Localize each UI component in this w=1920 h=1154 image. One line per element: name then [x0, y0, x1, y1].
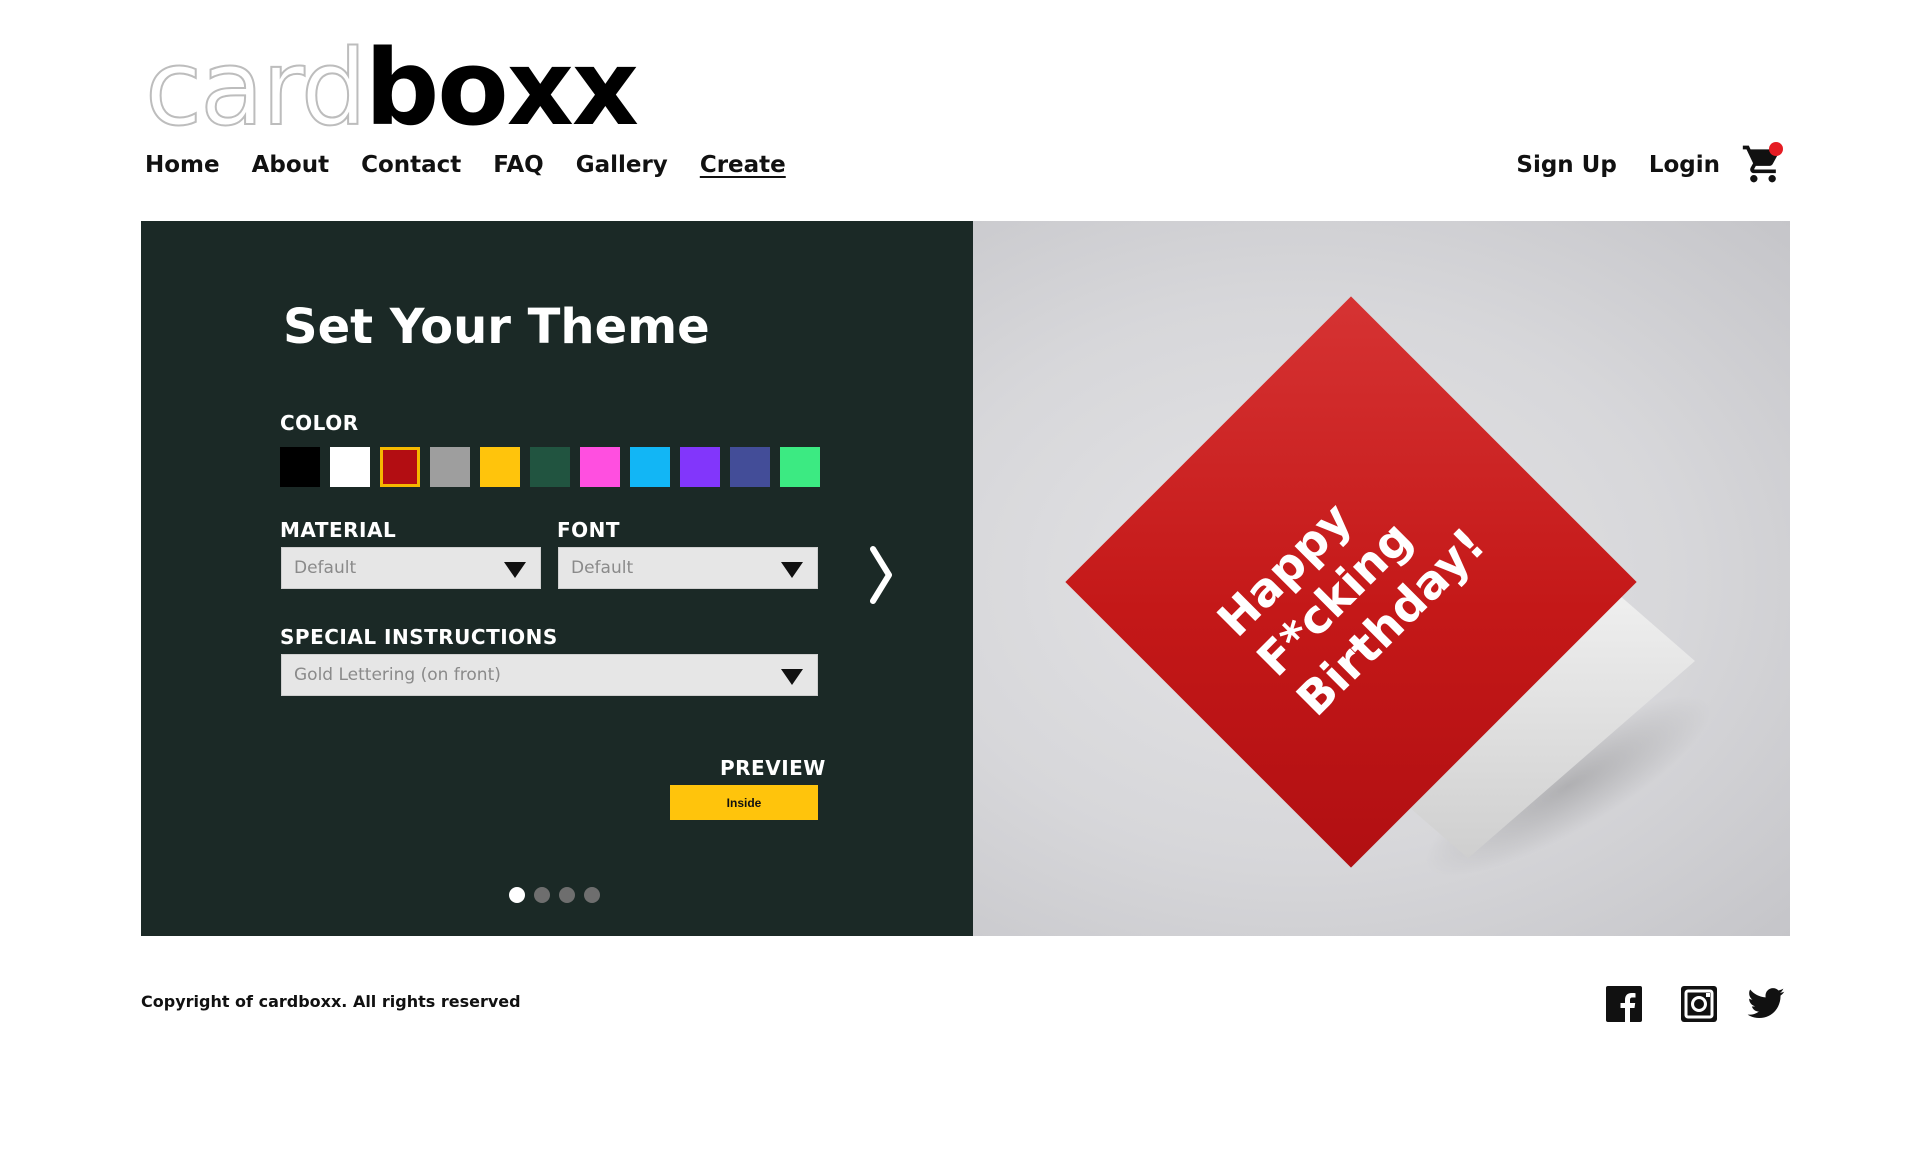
- facebook-svg: [1606, 986, 1642, 1022]
- color-swatch-black[interactable]: [280, 447, 320, 487]
- nav-home[interactable]: Home: [145, 152, 220, 178]
- step-indicator: [509, 887, 600, 903]
- color-swatch-pink[interactable]: [580, 447, 620, 487]
- chevron-right-svg: [870, 546, 892, 604]
- twitter-svg: [1747, 988, 1785, 1018]
- color-swatch-white[interactable]: [330, 447, 370, 487]
- font-value: Default: [571, 558, 634, 578]
- color-label: COLOR: [280, 411, 359, 435]
- chevron-down-icon: [781, 669, 803, 685]
- step-dot-1[interactable]: [509, 887, 525, 903]
- copyright-text: Copyright of cardboxx. All rights reserv…: [141, 992, 521, 1011]
- material-select[interactable]: Default: [281, 547, 541, 589]
- color-swatches: [280, 447, 820, 487]
- preview-inside-button[interactable]: Inside: [670, 785, 818, 820]
- nav-gallery[interactable]: Gallery: [576, 152, 668, 178]
- color-swatch-indigo[interactable]: [730, 447, 770, 487]
- account-nav: Sign Up Login: [1516, 152, 1720, 178]
- login-link[interactable]: Login: [1649, 152, 1720, 178]
- logo[interactable]: card boxx: [144, 27, 639, 149]
- step-dot-2[interactable]: [534, 887, 550, 903]
- font-select[interactable]: Default: [558, 547, 818, 589]
- cart-badge: [1769, 142, 1783, 156]
- step-dot-4[interactable]: [584, 887, 600, 903]
- instagram-icon[interactable]: [1679, 984, 1719, 1024]
- color-swatch-yellow[interactable]: [480, 447, 520, 487]
- color-swatch-gray[interactable]: [430, 447, 470, 487]
- color-swatch-purple[interactable]: [680, 447, 720, 487]
- create-hero: Set Your Theme COLOR MATERIAL Default FO…: [141, 221, 1790, 936]
- material-value: Default: [294, 558, 357, 578]
- material-label: MATERIAL: [280, 518, 397, 542]
- main-nav: Home About Contact FAQ Gallery Create: [145, 152, 786, 178]
- color-swatch-dark-green[interactable]: [530, 447, 570, 487]
- color-swatch-red[interactable]: [380, 447, 420, 487]
- logo-bold-text: boxx: [364, 27, 639, 149]
- color-swatch-light-blue[interactable]: [630, 447, 670, 487]
- theme-panel: Set Your Theme COLOR MATERIAL Default FO…: [141, 221, 973, 936]
- nav-about[interactable]: About: [252, 152, 329, 178]
- font-label: FONT: [557, 518, 621, 542]
- chevron-down-icon: [781, 562, 803, 578]
- color-swatch-green[interactable]: [780, 447, 820, 487]
- nav-contact[interactable]: Contact: [361, 152, 461, 178]
- instagram-svg: [1681, 986, 1717, 1022]
- logo-light-text: card: [144, 27, 368, 149]
- instructions-label: SPECIAL INSTRUCTIONS: [280, 625, 558, 649]
- instructions-select[interactable]: Gold Lettering (on front): [281, 654, 818, 696]
- card-preview: Happy F*cking Birthday!: [973, 221, 1790, 936]
- step-dot-3[interactable]: [559, 887, 575, 903]
- twitter-icon[interactable]: [1746, 984, 1786, 1024]
- instructions-value: Gold Lettering (on front): [294, 665, 501, 685]
- nav-faq[interactable]: FAQ: [493, 152, 543, 178]
- facebook-icon[interactable]: [1604, 984, 1644, 1024]
- theme-title: Set Your Theme: [283, 299, 710, 355]
- next-step-chevron-icon[interactable]: [861, 545, 901, 605]
- card-message: Happy F*cking Birthday!: [1206, 437, 1496, 727]
- preview-label: PREVIEW: [720, 756, 826, 780]
- shopping-cart-icon[interactable]: [1741, 142, 1785, 186]
- signup-link[interactable]: Sign Up: [1516, 152, 1616, 178]
- nav-create[interactable]: Create: [700, 152, 786, 178]
- chevron-down-icon: [504, 562, 526, 578]
